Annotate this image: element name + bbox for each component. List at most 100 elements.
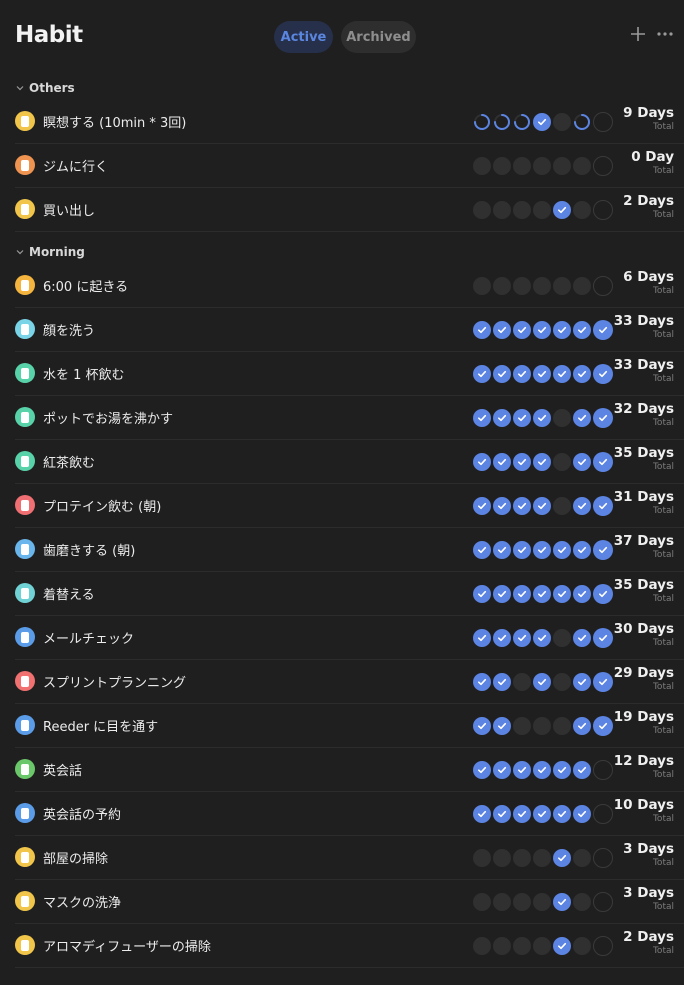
day-check-done[interactable] bbox=[593, 496, 613, 516]
day-check-done[interactable] bbox=[473, 673, 491, 691]
day-check-empty[interactable] bbox=[553, 673, 571, 691]
day-check-empty[interactable] bbox=[533, 937, 551, 955]
day-check-done[interactable] bbox=[493, 585, 511, 603]
habit-row[interactable]: 顔を洗う 33 Days Total bbox=[15, 308, 684, 352]
habit-row[interactable]: 買い出し 2 Days Total bbox=[15, 188, 684, 232]
day-check-done[interactable] bbox=[473, 409, 491, 427]
day-check-empty[interactable] bbox=[573, 849, 591, 867]
day-check-done[interactable] bbox=[553, 937, 571, 955]
day-check-done[interactable] bbox=[533, 673, 551, 691]
day-check-empty[interactable] bbox=[473, 277, 491, 295]
habit-row[interactable]: 瞑想する (10min * 3回) 9 Days Total bbox=[15, 100, 684, 144]
day-check-done[interactable] bbox=[513, 365, 531, 383]
day-check-done[interactable] bbox=[573, 321, 591, 339]
day-check-done[interactable] bbox=[533, 497, 551, 515]
day-check-empty[interactable] bbox=[553, 277, 571, 295]
day-check-empty[interactable] bbox=[473, 893, 491, 911]
habit-row[interactable]: プロテイン飲む (朝) 31 Days Total bbox=[15, 484, 684, 528]
day-check-done[interactable] bbox=[493, 409, 511, 427]
habit-row[interactable]: 歯磨きする (朝) 37 Days Total bbox=[15, 528, 684, 572]
day-check-done[interactable] bbox=[493, 717, 511, 735]
day-check-empty[interactable] bbox=[473, 201, 491, 219]
day-check-done[interactable] bbox=[493, 453, 511, 471]
day-check-done[interactable] bbox=[493, 805, 511, 823]
day-check-done[interactable] bbox=[593, 320, 613, 340]
day-check-empty[interactable] bbox=[533, 849, 551, 867]
day-check-done[interactable] bbox=[513, 453, 531, 471]
day-check-empty[interactable] bbox=[573, 157, 591, 175]
day-check-done[interactable] bbox=[533, 761, 551, 779]
day-check-done[interactable] bbox=[513, 409, 531, 427]
day-check-done[interactable] bbox=[573, 585, 591, 603]
habit-row[interactable]: 水を 1 杯飲む 33 Days Total bbox=[15, 352, 684, 396]
day-check-partial[interactable] bbox=[513, 113, 531, 131]
day-check-empty[interactable] bbox=[553, 497, 571, 515]
day-check-done[interactable] bbox=[553, 541, 571, 559]
day-check-empty[interactable] bbox=[573, 893, 591, 911]
day-check-done[interactable] bbox=[473, 365, 491, 383]
day-check-empty[interactable] bbox=[513, 277, 531, 295]
habit-row[interactable]: マスクの洗浄 3 Days Total bbox=[15, 880, 684, 924]
day-check-empty[interactable] bbox=[593, 112, 613, 132]
day-check-empty[interactable] bbox=[533, 201, 551, 219]
ellipsis-icon[interactable] bbox=[656, 26, 674, 42]
day-check-done[interactable] bbox=[493, 497, 511, 515]
day-check-done[interactable] bbox=[513, 629, 531, 647]
day-check-done[interactable] bbox=[513, 321, 531, 339]
day-check-empty[interactable] bbox=[553, 113, 571, 131]
day-check-empty[interactable] bbox=[573, 277, 591, 295]
day-check-empty[interactable] bbox=[553, 157, 571, 175]
day-check-empty[interactable] bbox=[493, 937, 511, 955]
day-check-empty[interactable] bbox=[533, 157, 551, 175]
day-check-empty[interactable] bbox=[553, 453, 571, 471]
day-check-done[interactable] bbox=[553, 761, 571, 779]
tab-active[interactable]: Active bbox=[274, 21, 333, 53]
day-check-done[interactable] bbox=[493, 629, 511, 647]
day-check-empty[interactable] bbox=[473, 937, 491, 955]
day-check-done[interactable] bbox=[553, 805, 571, 823]
day-check-empty[interactable] bbox=[533, 717, 551, 735]
day-check-done[interactable] bbox=[593, 628, 613, 648]
day-check-done[interactable] bbox=[473, 541, 491, 559]
day-check-done[interactable] bbox=[473, 629, 491, 647]
habit-row[interactable]: 6:00 に起きる 6 Days Total bbox=[15, 264, 684, 308]
day-check-done[interactable] bbox=[473, 805, 491, 823]
day-check-done[interactable] bbox=[553, 585, 571, 603]
habit-row[interactable]: ジムに行く 0 Day Total bbox=[15, 144, 684, 188]
day-check-empty[interactable] bbox=[513, 717, 531, 735]
day-check-done[interactable] bbox=[493, 321, 511, 339]
day-check-done[interactable] bbox=[493, 365, 511, 383]
day-check-done[interactable] bbox=[533, 541, 551, 559]
plus-icon[interactable] bbox=[630, 26, 646, 42]
day-check-done[interactable] bbox=[473, 497, 491, 515]
day-check-empty[interactable] bbox=[553, 409, 571, 427]
day-check-empty[interactable] bbox=[593, 200, 613, 220]
day-check-empty[interactable] bbox=[593, 848, 613, 868]
day-check-done[interactable] bbox=[553, 893, 571, 911]
day-check-done[interactable] bbox=[593, 540, 613, 560]
day-check-empty[interactable] bbox=[493, 277, 511, 295]
habit-row[interactable]: ポットでお湯を沸かす 32 Days Total bbox=[15, 396, 684, 440]
habit-row[interactable]: 紅茶飲む 35 Days Total bbox=[15, 440, 684, 484]
day-check-done[interactable] bbox=[573, 365, 591, 383]
day-check-done[interactable] bbox=[573, 497, 591, 515]
day-check-done[interactable] bbox=[533, 805, 551, 823]
day-check-done[interactable] bbox=[533, 629, 551, 647]
day-check-done[interactable] bbox=[533, 585, 551, 603]
day-check-empty[interactable] bbox=[533, 893, 551, 911]
day-check-done[interactable] bbox=[533, 453, 551, 471]
habit-row[interactable]: Reeder に目を通す 19 Days Total bbox=[15, 704, 684, 748]
day-check-done[interactable] bbox=[573, 453, 591, 471]
day-check-done[interactable] bbox=[593, 584, 613, 604]
day-check-done[interactable] bbox=[473, 453, 491, 471]
day-check-done[interactable] bbox=[473, 761, 491, 779]
day-check-empty[interactable] bbox=[493, 849, 511, 867]
day-check-partial[interactable] bbox=[573, 113, 591, 131]
day-check-done[interactable] bbox=[553, 321, 571, 339]
habit-row[interactable]: 部屋の掃除 3 Days Total bbox=[15, 836, 684, 880]
day-check-empty[interactable] bbox=[513, 673, 531, 691]
day-check-done[interactable] bbox=[573, 673, 591, 691]
day-check-empty[interactable] bbox=[593, 276, 613, 296]
day-check-empty[interactable] bbox=[593, 156, 613, 176]
day-check-empty[interactable] bbox=[593, 760, 613, 780]
